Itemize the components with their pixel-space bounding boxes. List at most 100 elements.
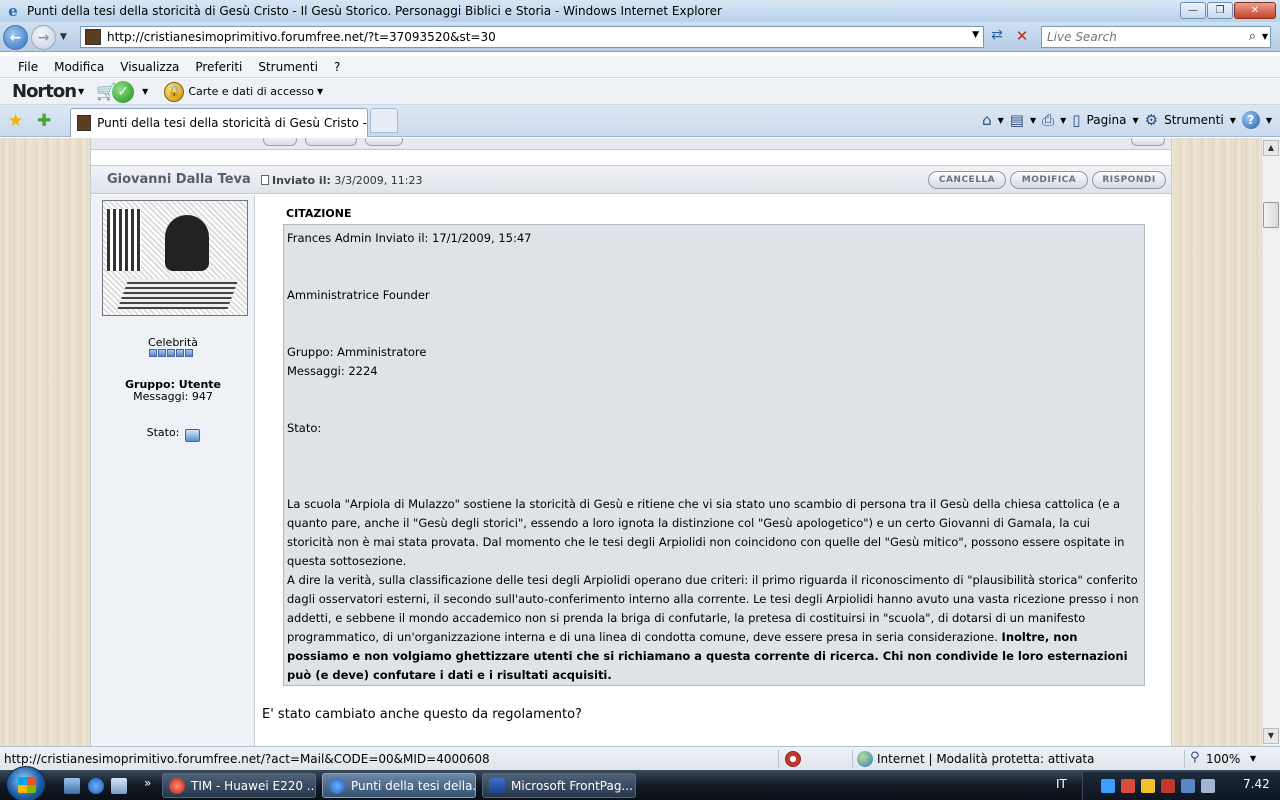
zoom-icon[interactable]: ⚲ bbox=[1190, 750, 1200, 765]
show-desktop-icon[interactable] bbox=[64, 778, 80, 794]
connection-tray-icon[interactable] bbox=[1181, 779, 1195, 793]
taskbar-item-tim[interactable]: TIM - Huawei E220 ... bbox=[162, 773, 316, 798]
back-button[interactable]: ← bbox=[3, 25, 28, 50]
tools-tray-icon[interactable] bbox=[1121, 779, 1135, 793]
switch-windows-icon[interactable] bbox=[111, 778, 127, 794]
scroll-thumb[interactable] bbox=[1263, 202, 1279, 228]
feeds-icon[interactable]: ▤ bbox=[1010, 111, 1024, 129]
home-icon[interactable]: ⌂ bbox=[982, 111, 992, 129]
norton-toolbar: Norton ▼ 🛒 ✓ ▼ 🔒 Carte e dati di accesso… bbox=[0, 79, 1280, 105]
internet-zone-icon bbox=[857, 751, 873, 767]
arrow-left-icon: ← bbox=[9, 29, 22, 46]
menu-help[interactable]: ? bbox=[326, 60, 348, 74]
quicklaunch-more-icon[interactable]: » bbox=[144, 776, 151, 790]
status-separator bbox=[852, 750, 853, 768]
stop-icon: ✕ bbox=[1015, 27, 1029, 45]
help-icon[interactable]: ? bbox=[1241, 111, 1260, 129]
vertical-scrollbar[interactable]: ▲ ▼ bbox=[1261, 138, 1280, 746]
post-author[interactable]: Giovanni Dalla Teva bbox=[107, 172, 251, 187]
history-dropdown-icon[interactable]: ▼ bbox=[60, 32, 67, 42]
prev-post-button-3[interactable] bbox=[365, 138, 403, 146]
window-controls: — ❐ ✕ bbox=[1180, 2, 1276, 19]
safe-web-dropdown-icon[interactable]: ▼ bbox=[142, 87, 148, 96]
help-dropdown-icon[interactable]: ▼ bbox=[1266, 116, 1272, 125]
menu-bar: File Modifica Visualizza Preferiti Strum… bbox=[0, 56, 1280, 78]
prev-post-up-button[interactable] bbox=[1131, 138, 1165, 146]
forum-post-container: Giovanni Dalla Teva Inviato il: 3/3/2009… bbox=[90, 138, 1172, 746]
menu-edit[interactable]: Modifica bbox=[46, 60, 112, 74]
popup-blocker-icon[interactable] bbox=[785, 751, 801, 767]
tools-menu-button[interactable]: Strumenti bbox=[1164, 113, 1224, 127]
print-dropdown-icon[interactable]: ▼ bbox=[1060, 116, 1066, 125]
tab-active[interactable]: Punti della tesi della storicità di Gesù… bbox=[70, 108, 368, 137]
zoom-level[interactable]: 100% bbox=[1206, 752, 1240, 766]
edit-button[interactable]: MODIFICA bbox=[1010, 171, 1088, 189]
search-input[interactable] bbox=[1047, 30, 1237, 44]
ie-logo-icon: e bbox=[8, 2, 18, 20]
arrow-right-icon: → bbox=[37, 29, 50, 46]
taskbar-item-frontpage[interactable]: Microsoft FrontPag... bbox=[482, 773, 636, 798]
address-url[interactable]: http://cristianesimoprimitivo.forumfree.… bbox=[107, 30, 496, 44]
search-icon[interactable]: ⌕ bbox=[1249, 29, 1256, 44]
title-bar: e Punti della tesi della storicità di Ge… bbox=[0, 0, 1280, 22]
norton-tray-icon[interactable] bbox=[1141, 779, 1155, 793]
post-header: Giovanni Dalla Teva Inviato il: 3/3/2009… bbox=[91, 165, 1171, 194]
scroll-up-icon[interactable]: ▲ bbox=[1263, 140, 1279, 156]
taskbar-item-ie[interactable]: Punti della tesi della... bbox=[322, 773, 476, 798]
delete-button[interactable]: CANCELLA bbox=[928, 171, 1006, 189]
close-window-button[interactable]: ✕ bbox=[1234, 2, 1276, 19]
avatar-book bbox=[117, 279, 239, 309]
norton-logo[interactable]: Norton bbox=[12, 81, 77, 102]
refresh-button[interactable]: ⇄ bbox=[986, 27, 1008, 47]
quote-box: Frances Admin Inviato il: 17/1/2009, 15:… bbox=[283, 224, 1145, 686]
print-icon[interactable]: ⎙ bbox=[1042, 111, 1054, 129]
start-button[interactable] bbox=[6, 766, 46, 800]
feeds-dropdown-icon[interactable]: ▼ bbox=[1030, 116, 1036, 125]
favorites-star-icon[interactable]: ★ bbox=[8, 111, 23, 131]
quote-messages: Messaggi: 2224 bbox=[287, 364, 378, 378]
tools-dropdown-icon[interactable]: ▼ bbox=[1230, 116, 1236, 125]
status-separator bbox=[1184, 750, 1185, 768]
safe-web-button[interactable]: 🛒 ✓ ▼ bbox=[96, 80, 148, 103]
page-menu-button[interactable]: Pagina bbox=[1087, 113, 1127, 127]
frontpage-app-icon bbox=[489, 777, 505, 794]
quote-paragraph-1: La scuola "Arpiola di Mulazzo" sostiene … bbox=[287, 497, 1125, 568]
reply-button[interactable]: RISPONDI bbox=[1092, 171, 1166, 189]
add-favorite-icon[interactable]: ✚ bbox=[37, 111, 51, 131]
security-zone[interactable]: Internet | Modalità protetta: attivata bbox=[877, 752, 1094, 766]
quote-header: Frances Admin Inviato il: 17/1/2009, 15:… bbox=[287, 231, 532, 245]
identity-safe-label: Carte e dati di accesso bbox=[188, 85, 315, 98]
address-toolbar: ← → ▼ http://cristianesimoprimitivo.foru… bbox=[0, 22, 1280, 52]
zoom-dropdown-icon[interactable]: ▼ bbox=[1250, 754, 1256, 763]
norton-dropdown-icon[interactable]: ▼ bbox=[78, 87, 84, 96]
restore-button[interactable]: ❐ bbox=[1207, 2, 1233, 19]
search-box[interactable]: ⌕ ▼ bbox=[1041, 26, 1271, 48]
prev-post-button-1[interactable] bbox=[263, 138, 297, 146]
minimize-button[interactable]: — bbox=[1180, 2, 1206, 19]
clock[interactable]: 7.42 bbox=[1243, 777, 1270, 791]
page-dropdown-icon[interactable]: ▼ bbox=[1133, 116, 1139, 125]
menu-view[interactable]: Visualizza bbox=[112, 60, 187, 74]
search-dropdown-icon[interactable]: ▼ bbox=[1262, 32, 1268, 41]
identity-safe-dropdown-icon[interactable]: ▼ bbox=[317, 87, 323, 96]
ie-quicklaunch-icon[interactable] bbox=[88, 778, 104, 794]
menu-tools[interactable]: Strumenti bbox=[250, 60, 326, 74]
scroll-down-icon[interactable]: ▼ bbox=[1263, 728, 1279, 744]
stop-button[interactable]: ✕ bbox=[1011, 27, 1033, 47]
identity-safe-button[interactable]: 🔒 Carte e dati di accesso ▼ bbox=[164, 81, 323, 102]
user-rank: Celebrità bbox=[148, 336, 198, 349]
forward-button[interactable]: → bbox=[31, 25, 56, 50]
home-dropdown-icon[interactable]: ▼ bbox=[998, 116, 1004, 125]
menu-favorites[interactable]: Preferiti bbox=[187, 60, 250, 74]
volume-icon[interactable] bbox=[1201, 779, 1215, 793]
address-bar[interactable]: http://cristianesimoprimitivo.forumfree.… bbox=[80, 26, 984, 48]
menu-file[interactable]: File bbox=[10, 60, 46, 74]
new-tab-button[interactable] bbox=[370, 108, 398, 133]
language-indicator[interactable]: IT bbox=[1056, 777, 1067, 791]
prev-post-button-2[interactable] bbox=[305, 138, 357, 146]
taskbar: » TIM - Huawei E220 ... Punti della tesi… bbox=[0, 766, 1280, 800]
network-tray-icon[interactable] bbox=[1101, 779, 1115, 793]
taskbar-item-label: Microsoft FrontPag... bbox=[511, 778, 633, 793]
address-dropdown-icon[interactable]: ▼ bbox=[972, 30, 979, 40]
security-tray-icon[interactable] bbox=[1161, 779, 1175, 793]
